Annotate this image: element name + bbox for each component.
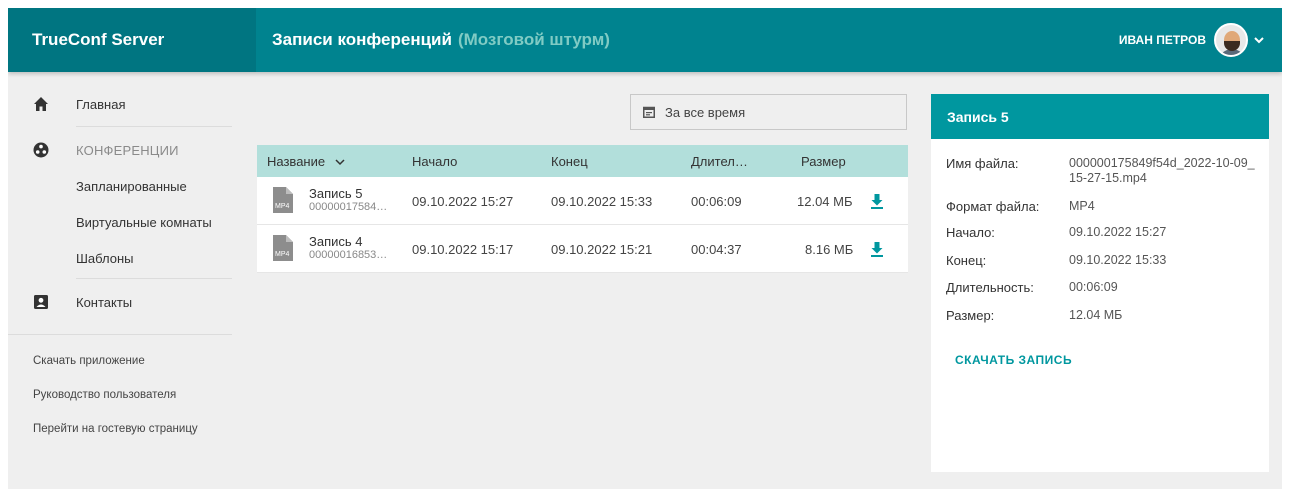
recording-name: Запись 4: [309, 234, 363, 249]
detail-key-duration: Длительность:: [946, 280, 1034, 295]
column-header-duration[interactable]: Длител…: [691, 154, 748, 169]
table-row[interactable]: MP4 Запись 5 00000017584… 09.10.2022 15:…: [257, 177, 908, 225]
recording-filename: 00000016853…: [309, 249, 388, 261]
sidebar-item-label: Главная: [76, 96, 126, 112]
recording-filename: 00000017584…: [309, 201, 388, 213]
detail-value-start: 09.10.2022 15:27: [1069, 225, 1167, 239]
recording-name: Запись 5: [309, 186, 363, 201]
download-app-link[interactable]: Скачать приложение: [33, 355, 145, 367]
panel-title: Запись 5: [931, 94, 1269, 139]
chevron-down-icon[interactable]: [1254, 35, 1264, 45]
cell-duration: 00:06:09: [691, 193, 742, 209]
sidebar-item-label: Виртуальные комнаты: [76, 214, 212, 230]
sidebar-section-label: КОНФЕРЕНЦИИ: [76, 142, 179, 158]
sidebar-item-label: Запланированные: [76, 178, 187, 194]
conference-icon: [33, 142, 49, 158]
user-menu[interactable]: ИВАН ПЕТРОВ: [1119, 8, 1264, 72]
table-row[interactable]: MP4 Запись 4 00000016853… 09.10.2022 15:…: [257, 225, 908, 273]
detail-key-format: Формат файла:: [946, 199, 1040, 214]
sort-icon[interactable]: [335, 158, 345, 166]
table-header: Название Начало Конец Длител… Размер: [257, 145, 908, 177]
divider: [76, 278, 232, 279]
download-icon[interactable]: [869, 193, 885, 209]
page-title-main: Записи конференций: [272, 30, 452, 49]
sidebar-item-scheduled[interactable]: Запланированные: [8, 168, 232, 204]
file-mp4-icon: MP4: [273, 187, 293, 213]
recordings-table: Название Начало Конец Длител… Размер MP4…: [257, 145, 908, 273]
svg-text:MP4: MP4: [275, 251, 290, 258]
user-name: ИВАН ПЕТРОВ: [1118, 33, 1206, 47]
brand-logo[interactable]: TrueConf Server: [8, 8, 256, 72]
sidebar-item-label: Контакты: [76, 294, 133, 310]
detail-value-end: 09.10.2022 15:33: [1069, 253, 1167, 267]
sidebar-section-conferences[interactable]: КОНФЕРЕНЦИИ: [8, 132, 232, 168]
detail-value-filename: 000000175849f54d_2022-10-09_15-27-15.mp4: [1069, 156, 1255, 185]
cell-start: 09.10.2022 15:17: [412, 241, 514, 257]
date-range-filter[interactable]: За все время: [630, 94, 907, 130]
divider: [76, 126, 232, 127]
sidebar-item-home[interactable]: Главная: [8, 86, 232, 122]
contacts-icon: [34, 295, 48, 309]
download-recording-button[interactable]: СКАЧАТЬ ЗАПИСЬ: [955, 353, 1072, 367]
file-mp4-icon: MP4: [273, 235, 293, 261]
page-title: Записи конференций (Мозговой штурм): [272, 8, 610, 72]
detail-value-duration: 00:06:09: [1069, 280, 1118, 294]
cell-end: 09.10.2022 15:21: [551, 241, 653, 257]
cell-end: 09.10.2022 15:33: [551, 193, 653, 209]
sidebar-item-virtual-rooms[interactable]: Виртуальные комнаты: [8, 204, 232, 240]
top-bar: TrueConf Server Записи конференций (Мозг…: [8, 8, 1282, 72]
cell-start: 09.10.2022 15:27: [412, 193, 514, 209]
page-title-conference: (Мозговой штурм): [457, 30, 610, 49]
calendar-icon: [643, 106, 655, 118]
detail-key-filename: Имя файла:: [946, 156, 1019, 171]
detail-key-end: Конец:: [946, 253, 987, 268]
date-range-label: За все время: [665, 104, 746, 120]
recording-details-panel: Запись 5 Имя файла: 000000175849f54d_202…: [931, 94, 1269, 472]
detail-value-format: MP4: [1069, 199, 1095, 213]
svg-text:MP4: MP4: [275, 203, 290, 210]
sidebar: Главная КОНФЕРЕНЦИИ Запланированные Вирт…: [8, 72, 256, 489]
detail-value-size: 12.04 МБ: [1069, 308, 1123, 322]
sidebar-item-contacts[interactable]: Контакты: [8, 284, 232, 320]
app-window: TrueConf Server Записи конференций (Мозг…: [8, 8, 1282, 489]
guest-page-link[interactable]: Перейти на гостевую страницу: [33, 423, 198, 435]
cell-size: 12.04 МБ: [797, 193, 853, 209]
divider: [8, 334, 232, 335]
column-header-start[interactable]: Начало: [412, 154, 457, 169]
detail-key-start: Начало:: [946, 225, 995, 240]
user-guide-link[interactable]: Руководство пользователя: [33, 389, 176, 401]
column-header-end[interactable]: Конец: [551, 154, 588, 169]
column-header-size[interactable]: Размер: [801, 154, 846, 169]
home-icon: [34, 97, 48, 111]
cell-size: 8.16 МБ: [805, 241, 854, 257]
cell-duration: 00:04:37: [691, 241, 742, 257]
sidebar-item-label: Шаблоны: [76, 250, 134, 266]
sidebar-item-templates[interactable]: Шаблоны: [8, 240, 232, 276]
download-icon[interactable]: [869, 241, 885, 257]
column-header-name[interactable]: Название: [267, 154, 345, 169]
avatar[interactable]: [1214, 23, 1248, 57]
detail-key-size: Размер:: [946, 308, 995, 323]
